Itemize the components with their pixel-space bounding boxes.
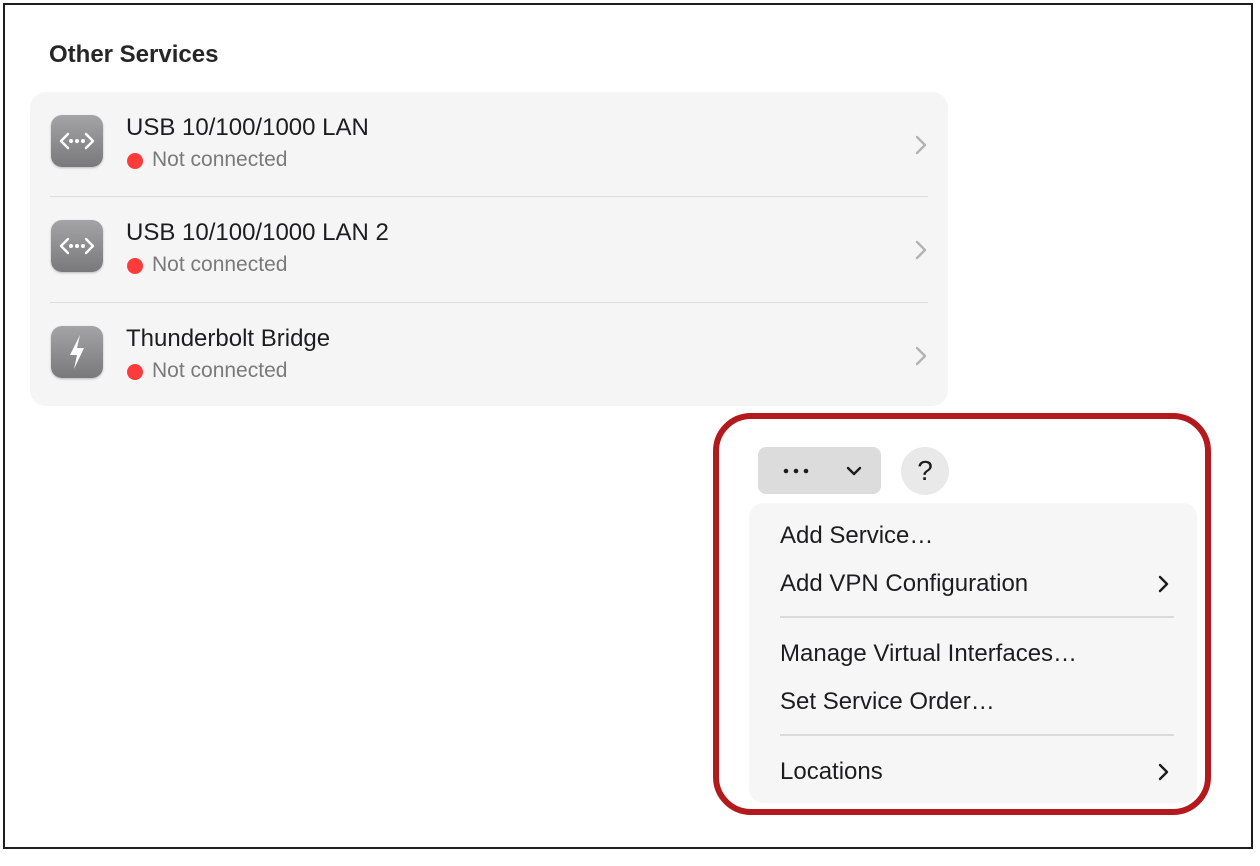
window-frame: Other Services USB 10/100/1000 LAN Not c…	[3, 3, 1253, 849]
ellipsis-icon	[783, 468, 809, 474]
chevron-right-icon	[915, 346, 927, 366]
service-row-thunderbolt-bridge[interactable]: Thunderbolt Bridge Not connected	[30, 303, 948, 407]
menu-item-label: Set Service Order…	[780, 688, 995, 715]
services-list: USB 10/100/1000 LAN Not connected USB 10…	[30, 92, 948, 406]
help-button[interactable]: ?	[901, 447, 949, 495]
ethernet-icon	[51, 220, 103, 272]
menu-item-label: Add VPN Configuration	[780, 570, 1029, 597]
chevron-down-icon	[846, 466, 862, 476]
status-text: Not connected	[152, 148, 288, 171]
section-title: Other Services	[49, 41, 219, 68]
status-text: Not connected	[152, 359, 288, 382]
service-row-usb-lan-2[interactable]: USB 10/100/1000 LAN 2 Not connected	[30, 197, 948, 301]
service-name: USB 10/100/1000 LAN 2	[126, 219, 389, 246]
menu-item-add-service[interactable]: Add Service…	[749, 514, 1197, 558]
menu-item-label: Manage Virtual Interfaces…	[780, 640, 1078, 667]
service-name: Thunderbolt Bridge	[126, 325, 331, 352]
chevron-right-icon	[1158, 575, 1169, 593]
thunderbolt-icon	[51, 326, 103, 378]
menu-item-set-service-order[interactable]: Set Service Order…	[749, 680, 1197, 724]
status-dot	[127, 364, 143, 380]
menu-item-manage-virtual-interfaces[interactable]: Manage Virtual Interfaces…	[749, 632, 1197, 676]
menu-separator	[780, 616, 1174, 618]
menu-separator	[780, 734, 1174, 736]
service-row-usb-lan[interactable]: USB 10/100/1000 LAN Not connected	[30, 92, 948, 196]
ethernet-icon	[51, 115, 103, 167]
menu-item-label: Locations	[780, 758, 883, 785]
chevron-right-icon	[915, 240, 927, 260]
chevron-right-icon	[915, 135, 927, 155]
menu-item-locations[interactable]: Locations	[749, 750, 1197, 794]
service-name: USB 10/100/1000 LAN	[126, 114, 369, 141]
status-dot	[127, 258, 143, 274]
menu-item-add-vpn-configuration[interactable]: Add VPN Configuration	[749, 562, 1197, 606]
menu-item-label: Add Service…	[780, 522, 934, 549]
action-dropdown-menu: Add Service… Add VPN Configuration Manag…	[749, 503, 1197, 803]
action-menu-button[interactable]	[758, 447, 881, 494]
chevron-right-icon	[1158, 763, 1169, 781]
status-text: Not connected	[152, 253, 288, 276]
status-dot	[127, 153, 143, 169]
